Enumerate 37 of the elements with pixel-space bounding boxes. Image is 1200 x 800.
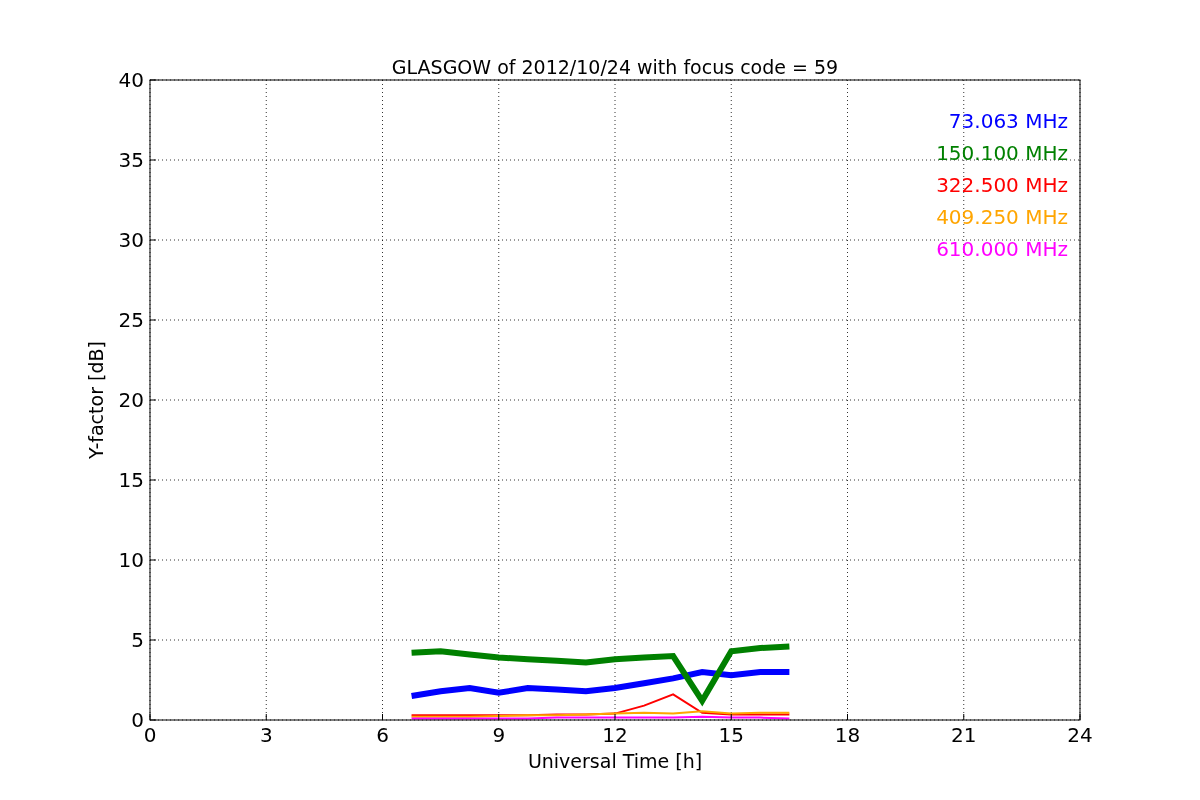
x-tick [1079,713,1081,721]
y-tick [149,639,157,641]
legend-label: 150.100 MHz [936,141,1068,165]
y-tick [149,159,157,161]
y-tick-label: 35 [118,148,144,172]
x-tick-label: 0 [143,723,157,747]
x-tick-label: 24 [1067,723,1093,747]
legend-label: 409.250 MHz [936,205,1068,229]
x-tick-label: 3 [259,723,273,747]
x-tick-label: 9 [492,723,506,747]
y-tick [149,319,157,321]
legend-label: 322.500 MHz [936,173,1068,197]
legend-label: 610.000 MHz [936,237,1068,261]
y-tick [149,479,157,481]
legend-label: 73.063 MHz [948,109,1068,133]
x-tick [149,713,151,721]
y-tick [149,399,157,401]
y-tick-label: 15 [118,468,144,492]
y-axis-title: Y-factor [dB] [85,341,107,459]
y-tick-label: 10 [118,548,144,572]
y-tick-label: 0 [131,708,144,732]
x-tick-label: 21 [951,723,977,747]
y-tick-label: 20 [118,388,144,412]
x-tick-label: 18 [834,723,861,747]
x-tick-label: 6 [376,723,389,747]
y-tick-label: 25 [118,308,144,332]
x-tick-label: 15 [718,723,744,747]
y-tick [149,719,157,721]
x-tick-label: 12 [602,723,628,747]
y-tick [149,239,157,241]
y-tick-label: 30 [118,228,144,252]
y-tick-label: 5 [131,628,144,652]
y-tick [149,79,157,81]
y-tick-label: 40 [118,68,144,92]
y-tick [149,559,157,561]
chart-title: GLASGOW of 2012/10/24 with focus code = 59 [391,56,839,78]
x-axis-title: Universal Time [h] [527,750,703,772]
